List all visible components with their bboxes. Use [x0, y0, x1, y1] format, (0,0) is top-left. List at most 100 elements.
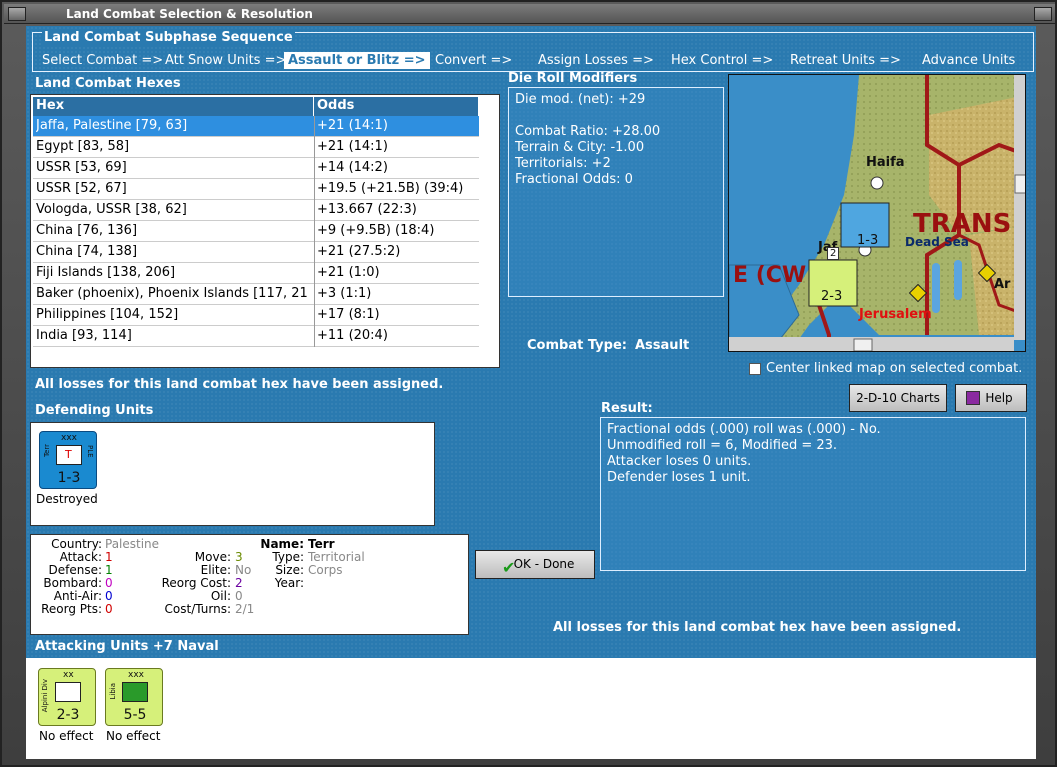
unit-strength: 1-3 — [57, 470, 81, 486]
infantry-icon — [122, 682, 148, 702]
unit-symbol-icon: T — [56, 445, 82, 465]
hexes-table: Hex Odds Jaffa, Palestine [79, 63] +21 (1… — [30, 94, 500, 368]
table-row[interactable]: Jaffa, Palestine [79, 63] +21 (14:1) — [33, 116, 479, 137]
reorgcost-label: Reorg Cost: — [161, 576, 231, 590]
modifier-line: Combat Ratio: +28.00 — [515, 124, 661, 139]
defender-status: Destroyed — [36, 492, 98, 506]
bombard-value: 0 — [105, 576, 113, 590]
table-row[interactable]: India [93, 114] +11 (20:4) — [33, 326, 479, 347]
map-label-ecw: E (CW — [733, 263, 807, 288]
help-book-icon — [966, 391, 980, 405]
map-label-ar: Ar — [994, 277, 1011, 292]
table-row[interactable]: China [76, 136] +9 (+9.5B) (18:4) — [33, 221, 479, 242]
modifier-line: Die mod. (net): +29 — [515, 92, 646, 107]
modifiers-title: Die Roll Modifiers — [508, 71, 638, 86]
result-line: Defender loses 1 unit. — [607, 470, 751, 485]
system-menu-button[interactable] — [8, 7, 26, 21]
step-select-combat[interactable]: Select Combat => — [42, 53, 163, 68]
size-label: Size: — [275, 563, 304, 577]
ok-done-label: OK - Done — [513, 557, 575, 571]
attacking-title: Attacking Units +7 Naval — [35, 639, 219, 654]
result-line: Attacker loses 0 units. — [607, 454, 752, 469]
table-row[interactable]: China [74, 138] +21 (27.5:2) — [33, 242, 479, 263]
attacker-unit-counter[interactable]: xxx Libia 5-5 — [105, 668, 163, 726]
modifier-line: Fractional Odds: 0 — [515, 172, 633, 187]
ok-done-button[interactable]: ✔ OK - Done — [475, 550, 595, 579]
costturns-value: 2/1 — [235, 602, 255, 616]
bombard-label: Bombard: — [43, 576, 102, 590]
oil-label: Oil: — [210, 589, 231, 603]
map-attacker-strength: 2-3 — [821, 289, 843, 304]
defense-value: 1 — [105, 563, 113, 577]
step-advance-units[interactable]: Advance Units — [922, 53, 1015, 68]
result-line: Fractional odds (.000) roll was (.000) -… — [607, 422, 881, 437]
modifiers-panel: Die mod. (net): +29 Combat Ratio: +28.00… — [508, 87, 724, 297]
title-bar: Land Combat Selection & Resolution — [4, 4, 1055, 24]
defending-units-panel: xxx Terr T PLE 1-3 Destroyed — [30, 422, 435, 526]
checkmark-icon: ✔ — [502, 558, 516, 577]
table-row[interactable]: USSR [52, 67] +19.5 (+21.5B) (39:4) — [33, 179, 479, 200]
elite-label: Elite: — [200, 563, 231, 577]
table-row[interactable]: USSR [53, 69] +14 (14:2) — [33, 158, 479, 179]
linked-map[interactable]: Haifa TRANS Dead Sea Jerusalem E (CW Jaf… — [728, 74, 1026, 352]
country-value: Palestine — [105, 537, 160, 551]
unit-strength: 5-5 — [123, 707, 147, 723]
unit-nation-label: PLE — [86, 445, 94, 458]
modifier-line: Territorials: +2 — [515, 156, 611, 171]
defending-title: Defending Units — [35, 403, 154, 418]
unit-strength: 2-3 — [56, 707, 80, 723]
step-att-snow-units[interactable]: Att Snow Units => — [165, 53, 286, 68]
attacker-unit-counter[interactable]: xx Alpini Div 2-3 — [38, 668, 96, 726]
column-header-hex[interactable]: Hex — [33, 97, 314, 116]
step-assign-losses[interactable]: Assign Losses => — [538, 53, 654, 68]
dialog-window: Land Combat Selection & Resolution Land … — [0, 0, 1057, 767]
map-label-haifa: Haifa — [866, 155, 905, 170]
map-stack-count: 2 — [827, 247, 840, 260]
map-defender-strength: 1-3 — [857, 233, 879, 248]
move-label: Move: — [194, 550, 231, 564]
attack-label: Attack: — [59, 550, 102, 564]
table-row[interactable]: Egypt [83, 58] +21 (14:1) — [33, 137, 479, 158]
charts-button[interactable]: 2-D-10 Charts — [849, 384, 947, 412]
losses-message-bottom: All losses for this land combat hex have… — [553, 620, 962, 635]
table-row[interactable]: Vologda, USSR [38, 62] +13.667 (22:3) — [33, 200, 479, 221]
window-title: Land Combat Selection & Resolution — [66, 7, 313, 21]
unit-details-panel: Country: Palestine Attack: 1 Defense: 1 … — [30, 534, 469, 635]
unit-size: xxx — [128, 670, 144, 680]
column-header-odds[interactable]: Odds — [314, 97, 479, 116]
table-row[interactable]: Fiji Islands [138, 206] +21 (1:0) — [33, 263, 479, 284]
country-label: Country: — [51, 537, 102, 551]
map-label-jerusalem: Jerusalem — [859, 307, 932, 322]
table-row[interactable]: Baker (phoenix), Phoenix Islands [117, 2… — [33, 284, 479, 305]
unit-type-label: Terr — [43, 444, 51, 458]
step-assault-or-blitz[interactable]: Assault or Blitz => — [284, 52, 430, 69]
type-value: Territorial — [308, 550, 365, 564]
unit-type-label: Libia — [109, 683, 117, 700]
result-title: Result: — [601, 401, 653, 416]
step-retreat-units[interactable]: Retreat Units => — [790, 53, 901, 68]
step-hex-control[interactable]: Hex Control => — [671, 53, 773, 68]
help-button[interactable]: Help — [955, 384, 1027, 412]
attacking-units-panel: xx Alpini Div 2-3 No effect xxx Libia 5-… — [26, 658, 1036, 759]
combat-type-value: Assault — [635, 338, 690, 353]
hexes-title: Land Combat Hexes — [35, 76, 181, 91]
center-map-checkbox[interactable] — [749, 363, 761, 375]
defender-unit-counter[interactable]: xxx Terr T PLE 1-3 — [39, 431, 97, 489]
move-value: 3 — [235, 550, 243, 564]
costturns-label: Cost/Turns: — [164, 602, 231, 616]
attack-value: 1 — [105, 550, 113, 564]
size-value: Corps — [308, 563, 343, 577]
attacker-status: No effect — [39, 729, 94, 743]
unit-size: xx — [63, 670, 74, 680]
result-line: Unmodified roll = 6, Modified = 23. — [607, 438, 838, 453]
antiair-label: Anti-Air: — [53, 589, 102, 603]
losses-message-top: All losses for this land combat hex have… — [35, 377, 444, 392]
map-label-dead-sea: Dead Sea — [905, 235, 969, 249]
table-row[interactable]: Philippines [104, 152] +17 (8:1) — [33, 305, 479, 326]
year-label: Year: — [274, 576, 304, 590]
result-panel: Fractional odds (.000) roll was (.000) -… — [600, 417, 1026, 571]
close-button[interactable] — [1034, 7, 1052, 21]
attacker-status: No effect — [106, 729, 161, 743]
reorgpts-label: Reorg Pts: — [41, 602, 102, 616]
step-convert[interactable]: Convert => — [435, 53, 512, 68]
